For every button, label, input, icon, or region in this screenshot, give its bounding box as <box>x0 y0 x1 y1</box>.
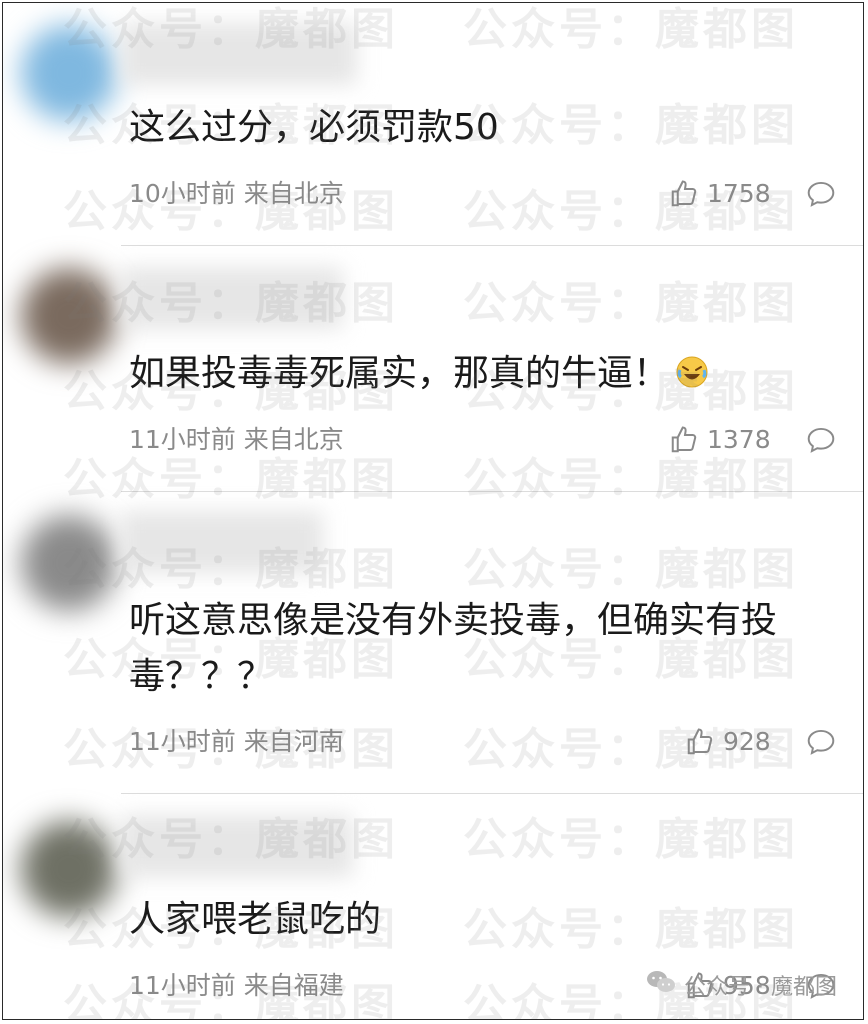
comment-meta: 10小时前 来自北京 <box>129 179 344 209</box>
reply-button[interactable] <box>805 425 837 455</box>
avatar[interactable] <box>21 25 117 121</box>
watermark-text: 公众号：魔都图 <box>463 544 799 595</box>
avatar[interactable] <box>21 268 117 364</box>
comment-meta: 11小时前 来自河南 <box>129 727 344 757</box>
watermark-text: 公众号：魔都图 <box>463 814 799 865</box>
username-blurred[interactable] <box>121 815 353 877</box>
comment-bubble-icon <box>805 179 837 209</box>
comment-meta: 11小时前 来自福建 <box>129 971 344 1001</box>
comment-text-row: 如果投毒毒死属实，那真的牛逼！ <box>129 347 815 405</box>
comment-bubble-icon <box>805 425 837 455</box>
corner-watermark-label: 公众号 · 魔都图 <box>684 975 837 1000</box>
divider <box>121 491 863 492</box>
reply-button[interactable] <box>805 179 837 209</box>
comment-text: 人家喂老鼠吃的 <box>129 899 382 940</box>
comment-text: 如果投毒毒死属实，那真的牛逼！ <box>129 353 670 394</box>
comment-meta: 11小时前 来自北京 <box>129 425 344 455</box>
like-button[interactable]: 928 <box>685 727 771 757</box>
like-count: 1378 <box>707 425 771 454</box>
thumbs-up-icon <box>685 727 715 757</box>
wechat-icon <box>646 969 676 1001</box>
comment-list: 这么过分，必须罚款50 10小时前 来自北京 1758 如果投毒毒死属实，那真的… <box>2 2 864 1020</box>
comment-location: 来自河南 <box>243 727 344 756</box>
comment-location: 来自福建 <box>243 971 344 1000</box>
username-blurred[interactable] <box>121 267 343 329</box>
like-button[interactable]: 1758 <box>669 179 771 209</box>
reply-button[interactable] <box>805 727 837 757</box>
username-blurred[interactable] <box>121 511 323 573</box>
comment-time: 11小时前 <box>129 727 236 756</box>
thumbs-up-icon <box>669 425 699 455</box>
like-count: 1758 <box>707 179 771 208</box>
comment-location: 来自北京 <box>243 425 344 454</box>
corner-watermark: 公众号 · 魔都图 <box>646 969 837 1001</box>
like-count: 928 <box>723 727 771 756</box>
comment-text: 这么过分，必须罚款50 <box>129 107 499 148</box>
like-button[interactable]: 1378 <box>669 425 771 455</box>
comment-time: 11小时前 <box>129 971 236 1000</box>
comment-location: 来自北京 <box>243 179 344 208</box>
avatar[interactable] <box>21 821 117 917</box>
watermark-text: 公众号：魔都图 <box>463 4 799 55</box>
divider <box>121 793 863 794</box>
comment-time: 11小时前 <box>129 425 236 454</box>
comment-time: 10小时前 <box>129 179 236 208</box>
comment-text: 听这意思像是没有外卖投毒，但确实有投毒？？？ <box>129 600 778 697</box>
watermark-text: 公众号：魔都图 <box>463 278 799 329</box>
comment-bubble-icon <box>805 727 837 757</box>
thumbs-up-icon <box>669 179 699 209</box>
divider <box>121 245 863 246</box>
laughing-crying-emoji-icon <box>675 351 709 405</box>
avatar[interactable] <box>21 515 117 611</box>
username-blurred[interactable] <box>121 23 357 85</box>
